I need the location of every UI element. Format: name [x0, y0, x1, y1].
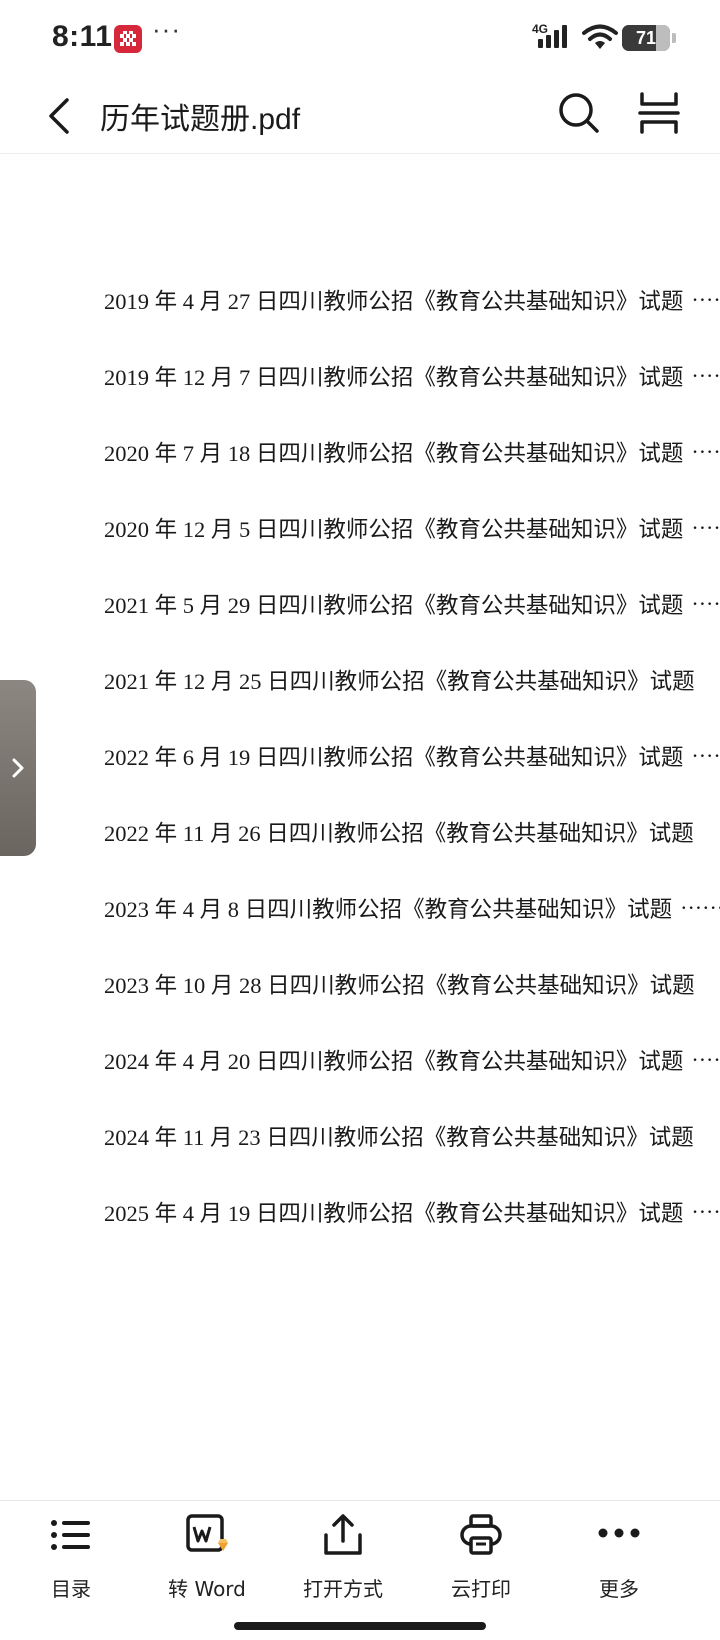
- toc-entry-title: 2020 年 12 月 5 日四川教师公招《教育公共基础知识》试题: [104, 517, 684, 542]
- toc-entry-title: 2022 年 11 月 26 日四川教师公招《教育公共基础知识》试题: [104, 821, 694, 846]
- toc-list: 2019 年 4 月 27 日四川教师公招《教育公共基础知识》试题 ·······…: [104, 262, 720, 1250]
- toc-entry[interactable]: 2019 年 4 月 27 日四川教师公招《教育公共基础知识》试题 ·······…: [104, 262, 720, 338]
- battery-level: 71: [635, 28, 657, 48]
- printer-icon: [460, 1514, 502, 1555]
- chevron-right-icon: [12, 758, 24, 778]
- signal-icon: [538, 25, 567, 48]
- toc-button-label: 目录: [51, 1577, 91, 1601]
- toc-entry[interactable]: 2024 年 11 月 23 日四川教师公招《教育公共基础知识》试题: [104, 1098, 720, 1174]
- list-icon: [51, 1520, 90, 1550]
- cloud-print-label: 云打印: [451, 1577, 511, 1601]
- toc-entry-leader: ·························: [691, 1199, 720, 1224]
- toc-entry-leader: ·························: [691, 1047, 720, 1072]
- toc-entry-leader: ·························: [680, 895, 720, 920]
- cloud-print-button[interactable]: 云打印: [426, 1511, 536, 1611]
- toc-entry-leader: ·························: [691, 363, 720, 388]
- document-header: 历年试题册.pdf: [0, 78, 720, 154]
- notification-dots: ···: [152, 14, 181, 44]
- home-indicator[interactable]: [234, 1622, 486, 1630]
- search-icon: [559, 93, 599, 133]
- reading-mode-button[interactable]: [636, 90, 682, 136]
- toc-entry-leader: ·························: [691, 439, 720, 464]
- bottom-toolbar: 目录 转 Word 打开方式 云打印 更多: [0, 1500, 720, 1640]
- toc-entry[interactable]: 2020 年 12 月 5 日四川教师公招《教育公共基础知识》试题 ·······…: [104, 490, 720, 566]
- status-bar: 8:11 ··· 4G 71: [0, 0, 720, 78]
- side-panel-toggle[interactable]: [0, 680, 36, 856]
- toc-entry[interactable]: 2023 年 4 月 8 日四川教师公招《教育公共基础知识》试题 ········…: [104, 870, 720, 946]
- toc-entry[interactable]: 2022 年 11 月 26 日四川教师公招《教育公共基础知识》试题: [104, 794, 720, 870]
- toc-entry[interactable]: 2024 年 4 月 20 日四川教师公招《教育公共基础知识》试题 ·······…: [104, 1022, 720, 1098]
- toc-entry-title: 2019 年 12 月 7 日四川教师公招《教育公共基础知识》试题: [104, 365, 684, 390]
- battery-cap: [672, 33, 676, 43]
- document-title: 历年试题册.pdf: [100, 103, 301, 136]
- reading-mode-icon: [638, 92, 680, 134]
- convert-word-label: 转 Word: [168, 1577, 246, 1601]
- more-button[interactable]: 更多: [564, 1511, 674, 1611]
- more-label: 更多: [599, 1577, 639, 1601]
- toc-entry[interactable]: 2025 年 4 月 19 日四川教师公招《教育公共基础知识》试题 ·······…: [104, 1174, 720, 1250]
- toc-entry[interactable]: 2021 年 12 月 25 日四川教师公招《教育公共基础知识》试题: [104, 642, 720, 718]
- open-with-label: 打开方式: [303, 1577, 383, 1601]
- toc-entry-title: 2023 年 4 月 8 日四川教师公招《教育公共基础知识》试题: [104, 897, 673, 922]
- convert-word-button[interactable]: 转 Word: [152, 1511, 262, 1611]
- chevron-left-icon: [49, 98, 69, 134]
- toc-entry-title: 2019 年 4 月 27 日四川教师公招《教育公共基础知识》试题: [104, 289, 684, 314]
- toc-entry-title: 2020 年 7 月 18 日四川教师公招《教育公共基础知识》试题: [104, 441, 684, 466]
- status-time: 8:11: [52, 20, 113, 53]
- search-button[interactable]: [556, 90, 602, 136]
- toc-entry-title: 2023 年 10 月 28 日四川教师公招《教育公共基础知识》试题: [104, 973, 695, 998]
- back-button[interactable]: [40, 90, 84, 142]
- toc-entry-title: 2025 年 4 月 19 日四川教师公招《教育公共基础知识》试题: [104, 1201, 684, 1226]
- toc-entry-title: 2021 年 12 月 25 日四川教师公招《教育公共基础知识》试题: [104, 669, 695, 694]
- toc-entry[interactable]: 2021 年 5 月 29 日四川教师公招《教育公共基础知识》试题 ·······…: [104, 566, 720, 642]
- toc-entry-title: 2024 年 4 月 20 日四川教师公招《教育公共基础知识》试题: [104, 1049, 684, 1074]
- toc-entry-leader: ·························: [691, 515, 720, 540]
- image-word-convert-icon: [186, 1514, 228, 1552]
- toc-entry[interactable]: 2019 年 12 月 7 日四川教师公招《教育公共基础知识》试题 ·······…: [104, 338, 720, 414]
- toc-entry[interactable]: 2023 年 10 月 28 日四川教师公招《教育公共基础知识》试题: [104, 946, 720, 1022]
- wifi-icon: [582, 24, 618, 49]
- toc-entry-leader: ·························: [691, 287, 720, 312]
- app-badge-icon: [114, 25, 142, 53]
- toc-entry-title: 2022 年 6 月 19 日四川教师公招《教育公共基础知识》试题: [104, 745, 684, 770]
- open-with-button[interactable]: 打开方式: [288, 1511, 398, 1611]
- toc-entry[interactable]: 2022 年 6 月 19 日四川教师公招《教育公共基础知识》试题 ·······…: [104, 718, 720, 794]
- share-upload-icon: [324, 1514, 362, 1555]
- pdf-page[interactable]: 2019 年 4 月 27 日四川教师公招《教育公共基础知识》试题 ·······…: [0, 155, 720, 1500]
- toc-entry-title: 2024 年 11 月 23 日四川教师公招《教育公共基础知识》试题: [104, 1125, 694, 1150]
- toc-entry[interactable]: 2020 年 7 月 18 日四川教师公招《教育公共基础知识》试题 ·······…: [104, 414, 720, 490]
- battery-indicator: 71: [622, 25, 670, 51]
- more-dots-icon: [598, 1528, 640, 1538]
- toc-entry-title: 2021 年 5 月 29 日四川教师公招《教育公共基础知识》试题: [104, 593, 684, 618]
- toc-entry-leader: ·························: [691, 591, 720, 616]
- toc-entry-leader: ·························: [691, 743, 720, 768]
- toc-button[interactable]: 目录: [16, 1511, 126, 1611]
